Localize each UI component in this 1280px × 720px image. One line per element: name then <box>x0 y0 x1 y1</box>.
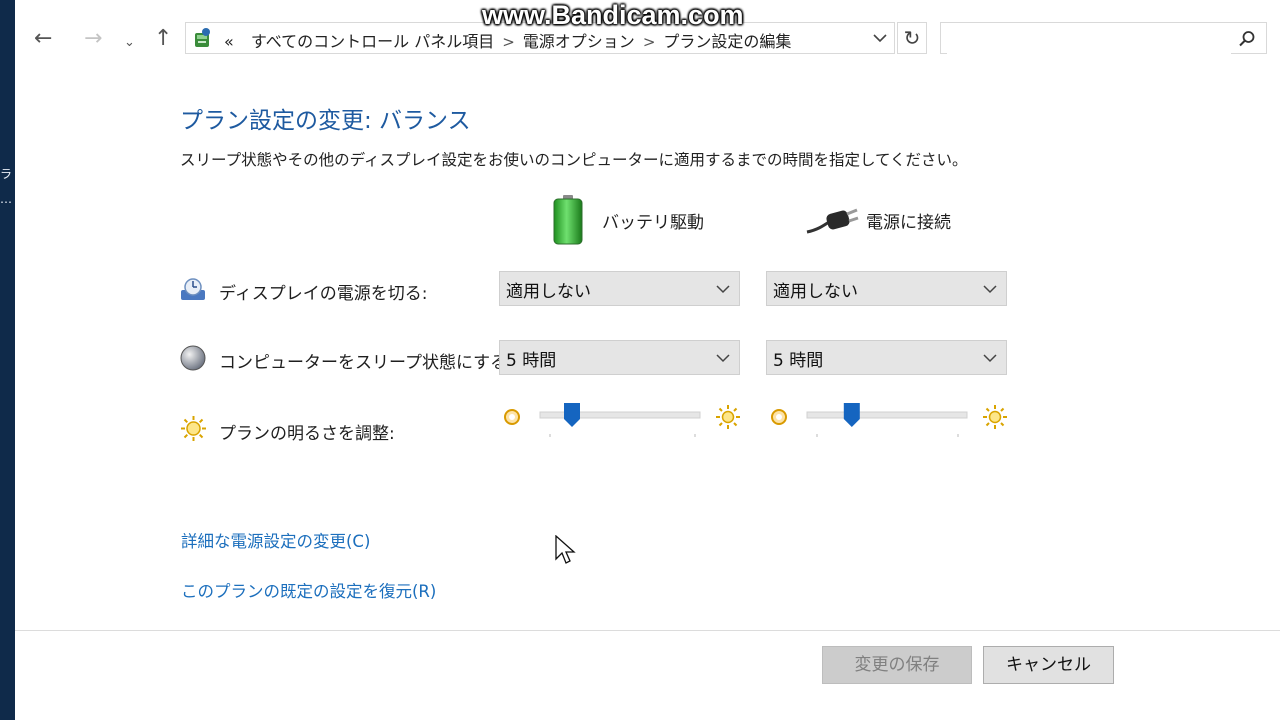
advanced-power-settings-link[interactable]: 詳細な電源設定の変更(C) <box>181 528 370 552</box>
chevron-down-icon <box>716 354 730 363</box>
page-title: プラン設定の変更: バランス <box>180 108 471 134</box>
power-plug-icon <box>806 208 859 234</box>
brightness-plugged-slider[interactable] <box>767 398 1008 438</box>
recent-locations-chevron-icon[interactable]: ⌄ <box>124 30 135 56</box>
battery-column-header: バッテリ駆動 <box>602 213 704 233</box>
select-value: 5 時間 <box>773 351 824 371</box>
breadcrumb: « すべてのコントロール パネル項目 > 電源オプション > プラン設定の編集 <box>224 28 791 52</box>
address-dropdown-chevron-icon[interactable] <box>872 27 888 49</box>
chevron-down-icon <box>716 285 730 294</box>
control-panel-icon <box>195 28 210 47</box>
sleep-plugged-select[interactable]: 5 時間 <box>766 340 1007 375</box>
up-arrow-icon[interactable]: ↑ <box>154 26 172 52</box>
forward-arrow-icon[interactable]: → <box>84 26 102 52</box>
brightness-battery-slider[interactable] <box>500 398 741 438</box>
restore-defaults-link[interactable]: このプランの既定の設定を復元(R) <box>181 578 436 602</box>
refresh-icon[interactable]: ↻ <box>897 22 927 54</box>
mouse-cursor-icon <box>555 535 576 564</box>
display-monitor-icon <box>181 278 205 300</box>
chevron-down-icon <box>983 285 997 294</box>
display-off-label: ディスプレイの電源を切る: <box>219 284 428 304</box>
search-box[interactable] <box>940 22 1267 54</box>
slider-thumb <box>843 403 860 427</box>
desktop-edge: ラ … <box>0 0 15 720</box>
select-value: 5 時間 <box>506 351 557 371</box>
plugged-in-column-header: 電源に接続 <box>866 213 951 233</box>
bandicam-watermark: www.Bandicam.com <box>482 0 744 30</box>
breadcrumb-separator[interactable]: > <box>643 33 656 51</box>
slider-thumb <box>564 403 580 427</box>
background-text-fragment: … <box>0 192 12 206</box>
dim-sun-icon <box>771 409 787 425</box>
brightness-label: プランの明るさを調整: <box>219 424 395 444</box>
display-off-plugged-select[interactable]: 適用しない <box>766 271 1007 306</box>
dim-sun-icon <box>504 409 520 425</box>
chevron-down-icon <box>983 354 997 363</box>
background-text-fragment: ラ <box>0 167 13 181</box>
back-arrow-icon[interactable]: ← <box>34 26 52 52</box>
search-icon[interactable] <box>1238 30 1256 48</box>
save-changes-button[interactable]: 変更の保存 <box>822 646 972 684</box>
battery-icon <box>553 195 583 245</box>
breadcrumb-separator[interactable]: > <box>502 33 515 51</box>
breadcrumb-item[interactable]: すべてのコントロール パネル項目 <box>251 32 494 51</box>
sleep-label: コンピューターをスリープ状態にする: <box>219 353 513 373</box>
select-value: 適用しない <box>773 282 858 302</box>
breadcrumb-item[interactable]: 電源オプション <box>523 32 635 51</box>
sleep-battery-select[interactable]: 5 時間 <box>499 340 740 375</box>
search-input[interactable] <box>947 24 1231 54</box>
select-value: 適用しない <box>506 282 591 302</box>
breadcrumb-overflow[interactable]: « <box>224 32 234 51</box>
slider-track <box>806 411 968 419</box>
display-off-battery-select[interactable]: 適用しない <box>499 271 740 306</box>
sleep-moon-icon <box>180 345 206 371</box>
breadcrumb-item[interactable]: プラン設定の編集 <box>663 32 791 51</box>
footer-divider <box>15 630 1280 631</box>
bright-sun-icon <box>983 405 1007 429</box>
cancel-button[interactable]: キャンセル <box>983 646 1114 684</box>
page-description: スリープ状態やその他のディスプレイ設定をお使いのコンピューターに適用するまでの時… <box>180 151 968 169</box>
brightness-sun-icon <box>181 416 206 441</box>
bright-sun-icon <box>716 405 740 429</box>
